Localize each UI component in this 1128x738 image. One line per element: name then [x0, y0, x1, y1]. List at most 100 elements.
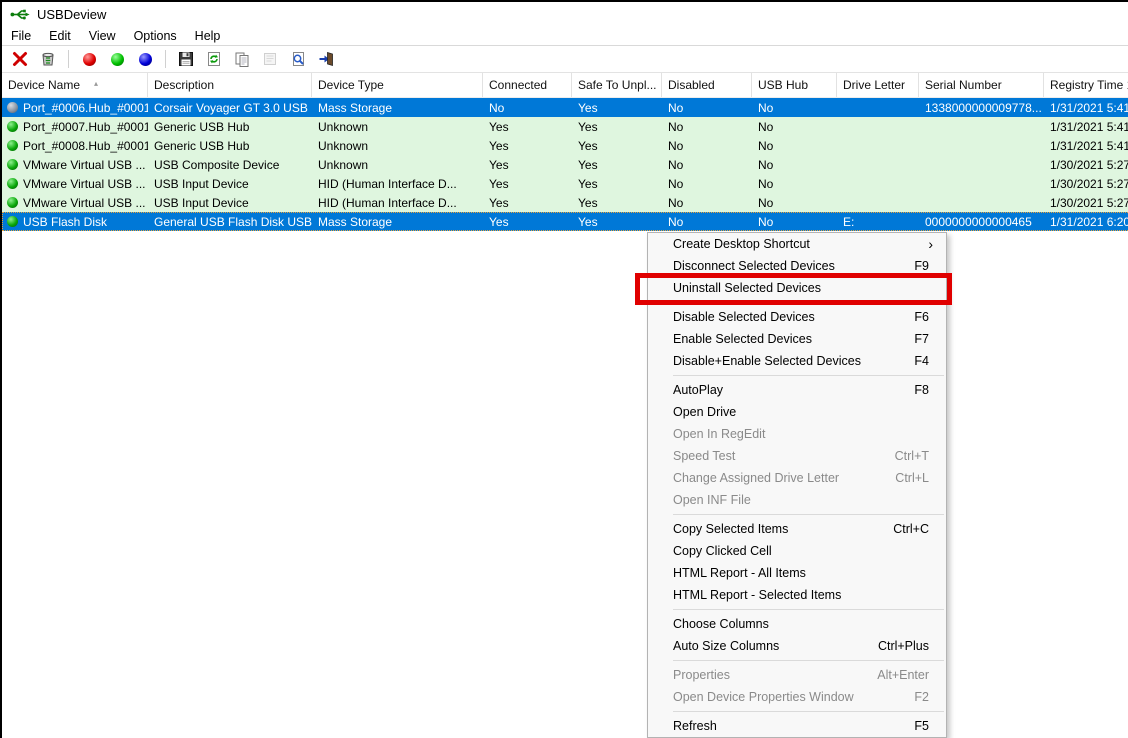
- cell-device-type: HID (Human Interface D...: [312, 177, 483, 191]
- cell-text: Yes: [489, 177, 509, 191]
- menu-item-enable-selected-devices[interactable]: Enable Selected DevicesF7: [648, 328, 946, 350]
- cell-text: No: [758, 196, 773, 210]
- menu-item-label: Disable+Enable Selected Devices: [673, 351, 861, 372]
- column-header-device-name[interactable]: Device Name▴: [2, 73, 148, 97]
- uninstall-x-icon[interactable]: [10, 49, 30, 69]
- cell-text: No: [758, 120, 773, 134]
- menu-item-disconnect-selected-devices[interactable]: Disconnect Selected DevicesF9: [648, 255, 946, 277]
- menu-item-refresh[interactable]: RefreshF5: [648, 715, 946, 737]
- cell-connected: Yes: [483, 139, 572, 153]
- cell-disabled: No: [662, 196, 752, 210]
- refresh-icon[interactable]: [204, 49, 224, 69]
- cell-text: Port_#0008.Hub_#0001: [23, 139, 148, 153]
- menu-item-html-report-selected-items[interactable]: HTML Report - Selected Items: [648, 584, 946, 606]
- cell-registry-time-1: 1/31/2021 6:20:: [1044, 215, 1128, 229]
- column-header-drive-letter[interactable]: Drive Letter: [837, 73, 919, 97]
- recycle-bin-icon[interactable]: [38, 49, 58, 69]
- column-header-label: Description: [154, 78, 214, 92]
- green-ball: [7, 197, 18, 208]
- cell-text: No: [668, 215, 683, 229]
- cell-disabled: No: [662, 158, 752, 172]
- menu-item-create-desktop-shortcut[interactable]: Create Desktop Shortcut›: [648, 233, 946, 255]
- cell-disabled: No: [662, 120, 752, 134]
- list-header: Device Name▴ Description Device TypeConnec…: [2, 73, 1128, 98]
- cell-text: No: [668, 158, 683, 172]
- column-header-serial-number[interactable]: Serial Number: [919, 73, 1044, 97]
- menu-item-label: Speed Test: [673, 446, 735, 467]
- table-row[interactable]: USB Flash DiskGeneral USB Flash Disk USB…: [2, 212, 1128, 231]
- copy-icon[interactable]: [232, 49, 252, 69]
- cell-text: Unknown: [318, 158, 368, 172]
- green-ball-icon[interactable]: [107, 49, 127, 69]
- menu-item-shortcut: Ctrl+C: [893, 519, 929, 540]
- table-row[interactable]: Port_#0006.Hub_#0001Corsair Voyager GT 3…: [2, 98, 1128, 117]
- blue-ball-icon[interactable]: [135, 49, 155, 69]
- column-header-registry-time-1[interactable]: Registry Time 1: [1044, 73, 1128, 97]
- cell-text: Yes: [578, 177, 598, 191]
- cell-text: Generic USB Hub: [154, 120, 249, 134]
- cell-text: Port_#0007.Hub_#0001: [23, 120, 148, 134]
- cell-description: USB Input Device: [148, 196, 312, 210]
- exit-icon[interactable]: [316, 49, 336, 69]
- menu-file[interactable]: File: [2, 26, 40, 45]
- menu-item-copy-selected-items[interactable]: Copy Selected ItemsCtrl+C: [648, 518, 946, 540]
- cell-text: Port_#0006.Hub_#0001: [23, 101, 148, 115]
- cell-description: General USB Flash Disk USB D...: [148, 215, 312, 229]
- menu-item-uninstall-selected-devices[interactable]: Uninstall Selected Devices: [648, 277, 946, 299]
- cell-text: Yes: [489, 120, 509, 134]
- menu-item-disable-selected-devices[interactable]: Disable Selected DevicesF6: [648, 306, 946, 328]
- column-header-safe-to-unpl-[interactable]: Safe To Unpl...: [572, 73, 662, 97]
- cell-text: Mass Storage: [318, 101, 392, 115]
- column-header-disabled[interactable]: Disabled: [662, 73, 752, 97]
- cell-safe-to-unpl-: Yes: [572, 196, 662, 210]
- menu-options[interactable]: Options: [125, 26, 186, 45]
- cell-registry-time-1: 1/30/2021 5:27:: [1044, 196, 1128, 210]
- table-row[interactable]: VMware Virtual USB ...USB Composite Devi…: [2, 155, 1128, 174]
- cell-text: No: [668, 139, 683, 153]
- menu-view[interactable]: View: [80, 26, 125, 45]
- menu-edit[interactable]: Edit: [40, 26, 80, 45]
- menu-item-auto-size-columns[interactable]: Auto Size ColumnsCtrl+Plus: [648, 635, 946, 657]
- cell-disabled: No: [662, 139, 752, 153]
- menu-bar: File Edit View Options Help: [2, 26, 1128, 46]
- menu-item-disable-enable-selected-devices[interactable]: Disable+Enable Selected DevicesF4: [648, 350, 946, 372]
- cell-device-name: USB Flash Disk: [2, 215, 148, 229]
- column-header-connected[interactable]: Connected: [483, 73, 572, 97]
- cell-text: Yes: [489, 158, 509, 172]
- save-icon[interactable]: [176, 49, 196, 69]
- table-row[interactable]: VMware Virtual USB ...USB Input DeviceHI…: [2, 174, 1128, 193]
- menu-item-label: Copy Clicked Cell: [673, 541, 772, 562]
- cell-text: VMware Virtual USB ...: [23, 177, 145, 191]
- menu-item-label: Open Drive: [673, 402, 736, 423]
- menu-item-label: Open Device Properties Window: [673, 687, 854, 708]
- column-header-usb-hub[interactable]: USB Hub: [752, 73, 837, 97]
- menu-item-autoplay[interactable]: AutoPlay F8: [648, 379, 946, 401]
- cell-description: Corsair Voyager GT 3.0 USB De...: [148, 101, 312, 115]
- table-row[interactable]: Port_#0007.Hub_#0001Generic USB HubUnkno…: [2, 117, 1128, 136]
- menu-item-choose-columns[interactable]: Choose Columns: [648, 613, 946, 635]
- column-header-description[interactable]: Description: [148, 73, 312, 97]
- column-header-label: Serial Number: [925, 78, 1002, 92]
- menu-item-label: HTML Report - Selected Items: [673, 585, 841, 606]
- cell-text: 1/31/2021 5:41:: [1050, 120, 1128, 134]
- menu-item-html-report-all-items[interactable]: HTML Report - All Items: [648, 562, 946, 584]
- green-ball: [7, 178, 18, 189]
- menu-separator: [673, 711, 944, 712]
- red-ball-icon[interactable]: [79, 49, 99, 69]
- cell-text: Yes: [578, 215, 598, 229]
- cell-description: USB Input Device: [148, 177, 312, 191]
- properties-icon: [260, 49, 280, 69]
- table-row[interactable]: Port_#0008.Hub_#0001Generic USB HubUnkno…: [2, 136, 1128, 155]
- menu-item-copy-clicked-cell[interactable]: Copy Clicked Cell: [648, 540, 946, 562]
- menu-item-shortcut: F8: [914, 380, 929, 401]
- menu-help[interactable]: Help: [186, 26, 230, 45]
- menu-item-shortcut: Ctrl+L: [895, 468, 929, 489]
- table-row[interactable]: VMware Virtual USB ...USB Input DeviceHI…: [2, 193, 1128, 212]
- column-header-device-type[interactable]: Device Type: [312, 73, 483, 97]
- cell-usb-hub: No: [752, 177, 837, 191]
- find-icon[interactable]: [288, 49, 308, 69]
- cell-text: 1338000000009778...: [925, 101, 1042, 115]
- menu-separator: [673, 375, 944, 376]
- menu-item-open-drive[interactable]: Open Drive: [648, 401, 946, 423]
- menu-item-label: AutoPlay: [673, 380, 723, 401]
